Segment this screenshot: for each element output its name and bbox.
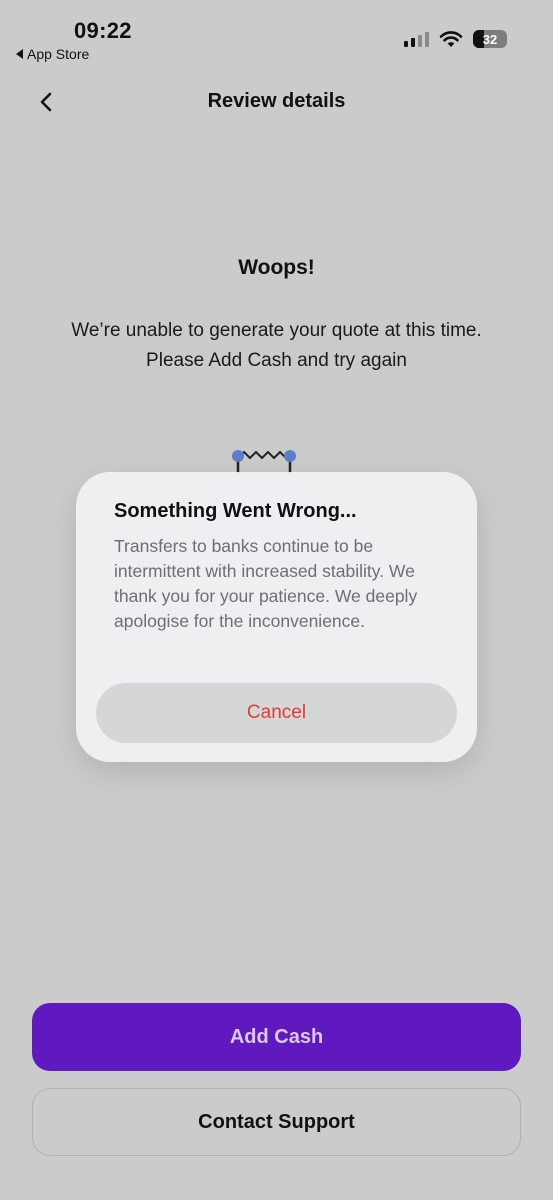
error-message: We’re unable to generate your quote at t… <box>30 316 523 376</box>
status-indicators: 32 <box>404 30 507 48</box>
contact-support-button[interactable]: Contact Support <box>32 1088 521 1156</box>
add-cash-button[interactable]: Add Cash <box>32 1003 521 1071</box>
error-heading: Woops! <box>238 256 315 279</box>
back-triangle-icon <box>16 49 23 59</box>
error-alert-dialog: Something Went Wrong... Transfers to ban… <box>76 472 477 762</box>
battery-icon: 32 <box>473 30 507 48</box>
error-message-line-2: Please Add Cash and try again <box>146 350 407 371</box>
alert-title: Something Went Wrong... <box>114 500 357 522</box>
back-app-label: App Store <box>27 46 90 62</box>
error-message-line-1: We’re unable to generate your quote at t… <box>71 320 482 341</box>
alert-cancel-button[interactable]: Cancel <box>96 683 457 743</box>
page-title: Review details <box>207 90 346 112</box>
battery-level: 32 <box>482 31 498 47</box>
alert-message: Transfers to banks continue to be interm… <box>114 536 418 631</box>
wifi-icon <box>439 31 463 47</box>
back-to-app-store-link[interactable]: App Store <box>16 46 89 62</box>
status-time: 09:22 <box>74 18 132 43</box>
cellular-signal-icon <box>404 31 429 47</box>
